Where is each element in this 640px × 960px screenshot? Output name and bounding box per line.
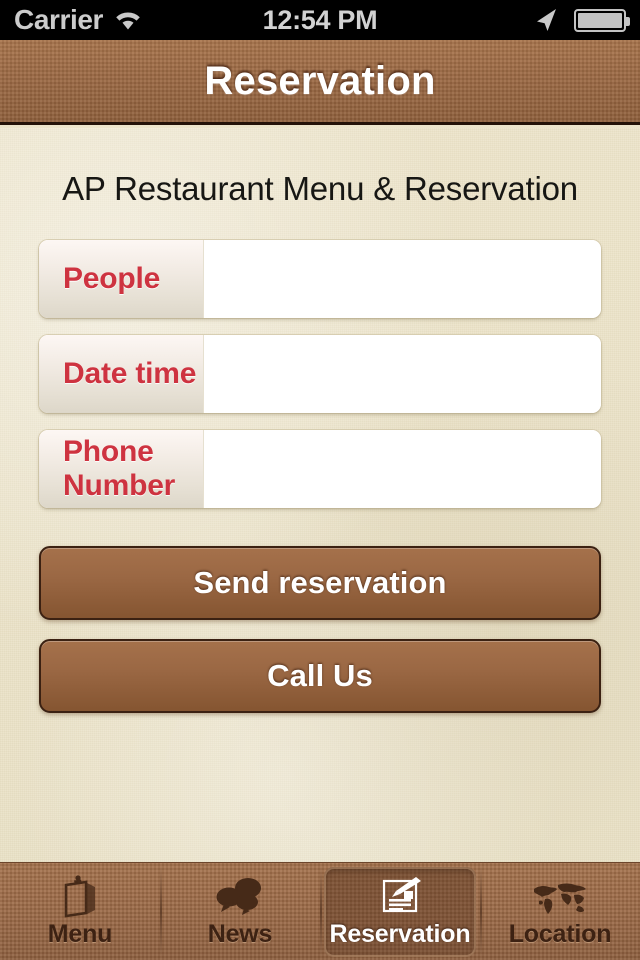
- tab-reservation-inner: Reservation: [324, 866, 476, 957]
- location-arrow-icon: [537, 9, 556, 31]
- world-map-icon: [530, 874, 590, 918]
- date-time-input[interactable]: [204, 335, 601, 413]
- tab-reservation[interactable]: Reservation: [320, 863, 480, 960]
- field-label-phone-number: Phone Number: [39, 430, 204, 508]
- carrier-label: Carrier: [14, 4, 104, 35]
- field-label-people: People: [39, 240, 204, 318]
- people-input[interactable]: [204, 240, 601, 318]
- tab-menu-inner: Menu: [4, 867, 156, 957]
- tab-news-label: News: [207, 920, 273, 948]
- reservation-form: People Date time Phone Number: [0, 240, 640, 508]
- status-bar-left: Carrier: [0, 6, 230, 34]
- send-reservation-button[interactable]: Send reservation: [39, 546, 601, 620]
- call-us-button[interactable]: Call Us: [39, 639, 601, 713]
- field-row-people[interactable]: People: [39, 240, 601, 318]
- field-label-phone-number-text: Phone Number: [63, 435, 176, 502]
- status-bar: Carrier 12:54 PM: [0, 0, 640, 40]
- clipboard-icon: [57, 874, 103, 918]
- tab-menu-label: Menu: [47, 920, 113, 948]
- clock-label: 12:54 PM: [262, 4, 378, 35]
- tab-news-inner: News: [164, 867, 316, 957]
- tab-location-label: Location: [508, 920, 612, 948]
- field-label-date-time: Date time: [39, 335, 204, 413]
- tab-bar: Menu News Reservation Location: [0, 862, 640, 960]
- main-content: AP Restaurant Menu & Reservation People …: [0, 128, 640, 862]
- battery-fill: [578, 12, 622, 28]
- field-label-people-text: People: [63, 262, 161, 295]
- field-row-phone-number[interactable]: Phone Number: [39, 430, 601, 508]
- pen-writing-icon: [376, 874, 424, 918]
- field-label-date-time-text: Date time: [63, 357, 197, 390]
- app-screen: Carrier 12:54 PM Reservation AP Restaura…: [0, 0, 640, 960]
- navigation-bar: Reservation: [0, 40, 640, 125]
- battery-icon: [574, 8, 630, 32]
- tab-location-inner: Location: [484, 867, 636, 957]
- wifi-icon: [116, 12, 140, 30]
- field-row-date-time[interactable]: Date time: [39, 335, 601, 413]
- speech-bubbles-icon: [214, 874, 266, 918]
- tab-reservation-label: Reservation: [329, 920, 471, 948]
- tab-news[interactable]: News: [160, 863, 320, 960]
- phone-number-input[interactable]: [204, 430, 601, 508]
- tab-menu[interactable]: Menu: [0, 863, 160, 960]
- tab-location[interactable]: Location: [480, 863, 640, 960]
- app-subtitle: AP Restaurant Menu & Reservation: [62, 170, 578, 207]
- status-bar-right: [410, 6, 640, 34]
- page-title: Reservation: [204, 58, 436, 103]
